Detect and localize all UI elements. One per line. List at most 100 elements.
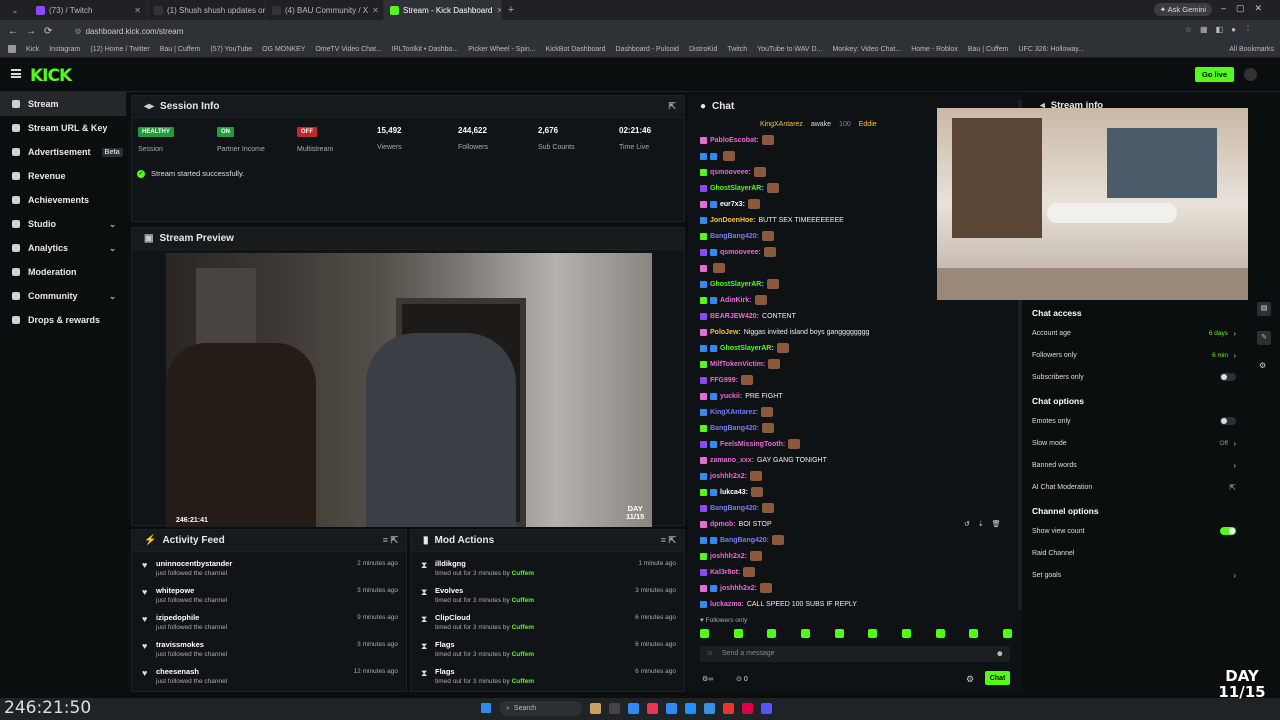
subscribers-only-toggle[interactable] [1220,373,1236,381]
emotes-only-row[interactable]: Emotes only [1024,410,1246,432]
account-age-row[interactable]: Account age 6 days › [1024,322,1246,344]
chat-username[interactable]: GhostSlayerAR: [720,345,774,352]
chat-message[interactable]: PoloJew: Niggas invited island boys gangg… [688,324,1022,340]
emote-icon[interactable] [868,629,878,638]
bookmark-item[interactable]: OG MONKEY [262,46,305,53]
chat-username[interactable]: joshhh2x2: [710,473,747,480]
taskbar-app-icon[interactable] [647,703,658,714]
chat-send-button[interactable]: Chat [985,671,1010,685]
chat-tools-icon[interactable]: ⚙∞ [702,675,713,683]
chat-message[interactable]: FeelsMissingTooth: [688,436,1022,452]
chat-message[interactable]: lukca43: [688,484,1022,500]
bookmark-item[interactable]: KickBot Dashboard [546,46,606,53]
bookmark-item[interactable]: IRLToolkit • Dashbo... [392,46,459,53]
taskbar-app-icon[interactable] [609,703,620,714]
chat-username[interactable]: Kal3r8ot: [710,569,740,576]
chat-message[interactable]: zamano_xxx: GAY GANG TONIGHT [688,452,1022,468]
list-item[interactable]: ♥ whitepowe just followed the channel 3 min… [132,582,406,609]
taskbar-app-icon[interactable] [628,703,639,714]
bookmark-item[interactable]: OmeTV Video Chat... [315,46,381,53]
emote-bar[interactable] [700,629,1012,639]
chat-username[interactable]: zamano_xxx: [710,457,754,464]
show-view-count-toggle[interactable] [1220,527,1236,535]
chat-username[interactable]: MilfTokenVictim: [710,361,765,368]
list-item[interactable]: ⧗ ClipCloud timed out for 3 minutes by Cuf… [411,609,684,636]
bookmark-item[interactable]: Twitch [727,46,747,53]
chat-username[interactable]: BangBang420: [710,233,759,240]
chat-message[interactable]: GhostSlayerAR: [688,340,1022,356]
chat-username[interactable]: JonDoenHoe: [710,217,756,224]
sidebar-item-drops-rewards[interactable]: Drops & rewards [0,308,126,332]
chat-settings-icon[interactable]: ⚙ [966,674,974,685]
emote-icon[interactable] [1002,629,1012,638]
chat-username[interactable]: qsmooveee: [710,169,751,176]
chat-username[interactable]: PoloJew: [710,329,741,336]
browser-tab[interactable]: (1) Shush shush updates on...✕ [148,0,266,20]
emote-icon[interactable] [834,629,844,638]
list-item[interactable]: ♥ uninnocentbystander just followed the ch… [132,555,406,582]
sidebar-item-revenue[interactable]: Revenue [0,164,126,188]
ai-moderation-row[interactable]: AI Chat Moderation ⇱ [1024,476,1246,498]
moderator-name[interactable]: Cuffem [512,624,534,631]
chat-username[interactable]: joshhh2x2: [710,553,747,560]
chat-username[interactable]: PabloEscobat: [710,137,759,144]
hamburger-menu-icon[interactable] [11,69,21,78]
chat-username[interactable]: FFG999: [710,377,738,384]
list-item[interactable]: ⧗ illdikgng timed out for 3 minutes by Cuf… [411,555,684,582]
list-item[interactable]: ⧗ Flags timed out for 3 minutes by Cuffem 6… [411,636,684,663]
chat-username[interactable]: KingXAntarez: [710,409,758,416]
bookmark-item[interactable]: Picker Wheel - Spin... [468,46,535,53]
chat-username[interactable]: FeelsMissingTooth: [720,441,785,448]
emote-icon[interactable] [733,629,743,638]
chat-message[interactable]: luckazma: CALL SPEED 100 SUBS IF REPLY [688,596,1022,612]
list-item[interactable]: ⧗ Flags timed out for 3 minutes by Cuffem 6… [411,663,684,690]
bookmark-item[interactable]: Dashboard - Pulsoid [616,46,679,53]
chat-message[interactable]: FFG999: [688,372,1022,388]
chat-message[interactable]: KingXAntarez: [688,404,1022,420]
nav-arrows-icon[interactable]: ←→⟳ [8,26,60,37]
taskbar-app-icon[interactable] [666,703,677,714]
emote-icon[interactable] [700,629,709,638]
extension-icons[interactable]: ☆▦◧●⋮ [1185,25,1260,34]
bookmark-item[interactable]: Kick [26,46,39,53]
pinned-user-1[interactable]: KingXAntarez [760,121,803,128]
followers-only-row[interactable]: Followers only 6 min › [1024,344,1246,366]
show-view-count-row[interactable]: Show view count [1024,520,1246,542]
go-live-button[interactable]: Go live [1195,67,1234,82]
site-info-icon[interactable]: ⚙ [74,27,81,36]
message-actions[interactable]: ↺⇣🗑 [964,520,1009,528]
taskbar-search[interactable]: ⌕ Search [500,701,582,716]
bookmark-item[interactable]: Bau | Cuffem [160,46,201,53]
smile-icon[interactable]: ☻ [996,649,1004,658]
bookmark-item[interactable]: DistroKid [689,46,717,53]
list-item[interactable]: ♥ izipedophile just followed the channel 9 … [132,609,406,636]
browser-tab[interactable]: Stream - Kick Dashboard✕ [384,0,502,20]
window-controls[interactable]: –▢✕ [1221,3,1272,14]
bookmark-item[interactable]: Instagram [49,46,80,53]
all-bookmarks-link[interactable]: All Bookmarks [1229,46,1274,53]
slow-mode-row[interactable]: Slow mode Off › [1024,432,1246,454]
sidebar-item-advertisement[interactable]: Advertisement Beta [0,140,126,164]
chat-message[interactable]: joshhh2x2: [688,580,1022,596]
chat-message[interactable]: joshhh2x2: [688,548,1022,564]
side-gear-icon[interactable]: ⚙ [1259,361,1266,370]
banned-words-row[interactable]: Banned words › [1024,454,1246,476]
chat-username[interactable]: lukca43: [720,489,748,496]
taskbar-app-icon[interactable] [685,703,696,714]
taskbar-apps[interactable] [590,703,772,714]
moderator-name[interactable]: Cuffem [512,597,534,604]
list-item[interactable]: ♥ travissmokes just followed the channel 3 … [132,636,406,663]
chat-username[interactable]: eur7x3: [720,201,745,208]
avatar[interactable] [1244,68,1257,81]
chat-username[interactable]: GhostSlayerAR: [710,185,764,192]
chat-message[interactable]: joshhh2x2: [688,468,1022,484]
popout-icon[interactable]: ⇱ [668,101,676,112]
chat-message[interactable]: yuckii: PRE FIGHT [688,388,1022,404]
subscribers-only-row[interactable]: Subscribers only [1024,366,1246,388]
chat-username[interactable]: dpmob: [710,521,736,528]
pinned-user-2[interactable]: awake [811,121,831,128]
set-goals-row[interactable]: Set goals › [1024,564,1246,586]
taskbar-app-icon[interactable] [742,703,753,714]
kick-logo[interactable]: KICK [30,66,72,86]
pinned-user-3[interactable]: Eddie [859,121,877,128]
